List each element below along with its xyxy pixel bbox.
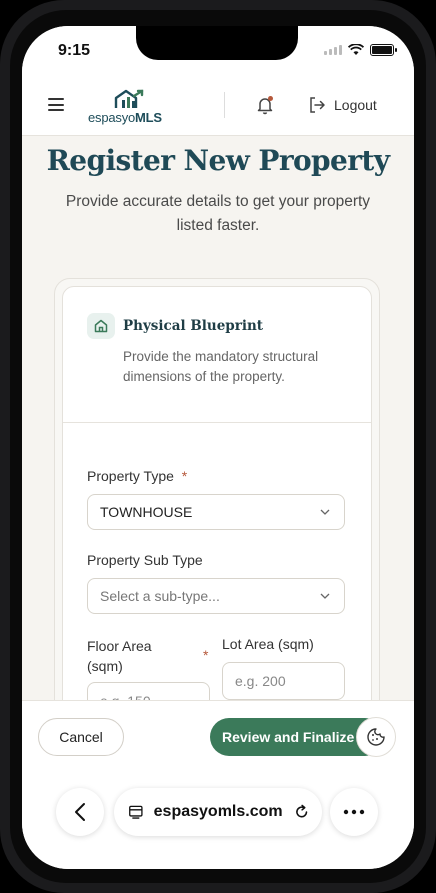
logout-label: Logout [334,97,377,113]
screen: 9:15 espasyoMLS Logout Register New Prop… [22,26,414,869]
review-finalize-label: Review and Finalize [222,729,355,745]
lot-area-input[interactable]: e.g. 200 [222,662,345,700]
logo[interactable]: espasyoMLS [88,88,174,128]
required-mark: * [181,468,188,484]
signal-icon [324,45,342,55]
chevron-down-icon [320,509,330,515]
home-icon [87,313,115,339]
cookie-settings-button[interactable] [356,717,396,757]
more-icon [343,809,365,815]
action-bar: Cancel Review and Finalize [22,700,414,770]
app-header: espasyoMLS Logout [22,82,414,136]
property-type-select[interactable]: TOWNHOUSE [87,494,345,530]
cancel-button[interactable]: Cancel [38,718,124,756]
section-description: Provide the mandatory structural dimensi… [123,349,319,384]
battery-icon [370,44,397,56]
menu-icon[interactable] [48,98,64,112]
browser-toolbar: espasyomls.com [22,770,414,869]
section-header: Physical Blueprint Provide the mandatory… [63,287,371,423]
lot-area-placeholder: e.g. 200 [235,673,286,689]
chevron-down-icon [320,593,330,599]
property-sub-type-select[interactable]: Select a sub-type... [87,578,345,614]
lot-area-label: Lot Area (sqm) [222,636,314,652]
logout-button[interactable]: Logout [308,94,377,116]
section-title: Physical Blueprint [123,318,264,334]
floor-area-label: Floor Area (sqm) [87,638,152,674]
notifications-button[interactable] [254,94,276,116]
notch [136,26,298,60]
property-sub-type-label: Property Sub Type [87,552,203,568]
status-time: 9:15 [58,42,91,59]
header-divider [224,92,225,118]
reload-icon[interactable] [293,802,310,822]
logout-icon [310,97,325,113]
logo-text: espasyoMLS [88,110,162,125]
browser-more-button[interactable] [330,788,378,836]
status-icons [324,44,397,56]
notification-dot [268,96,273,101]
browser-url-text: espasyomls.com [153,803,283,820]
cookie-icon [367,728,385,746]
property-type-value: TOWNHOUSE [100,504,193,520]
logo-house-icon [114,89,144,108]
tabs-icon [129,805,143,819]
property-sub-type-placeholder: Select a sub-type... [100,588,220,604]
page-subtitle: Provide accurate details to get your pro… [65,193,371,234]
back-arrow-icon [75,803,85,821]
floor-area-required-mark: * [203,647,209,663]
wifi-icon [348,44,364,55]
page-title: Register New Property [46,144,390,177]
browser-back-button[interactable] [56,788,104,836]
property-type-label: Property Type * [87,468,188,484]
browser-url-bar[interactable]: espasyomls.com [114,788,322,836]
